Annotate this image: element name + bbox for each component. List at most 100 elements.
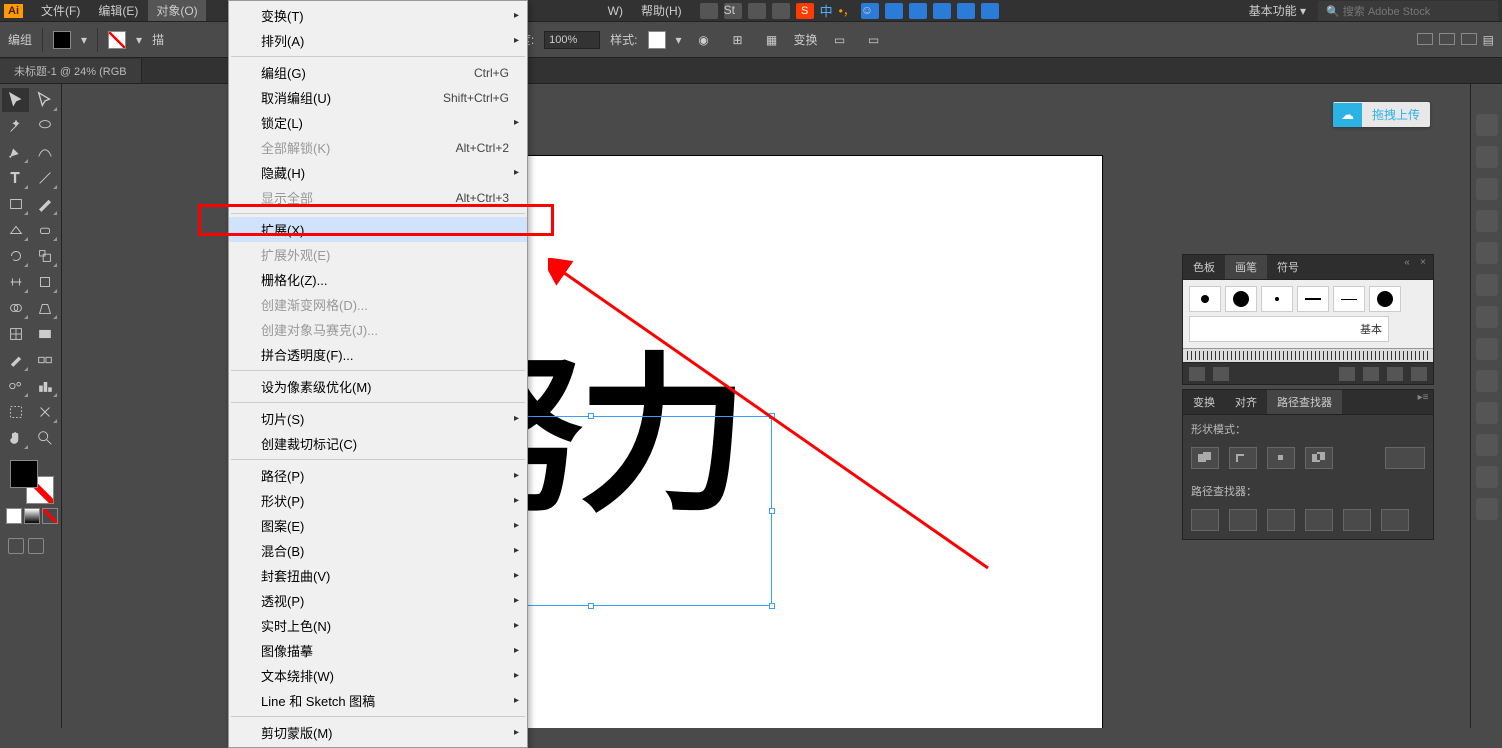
ime-language[interactable]: 中: [820, 1, 833, 20]
menu-item[interactable]: 栅格化(Z)...: [229, 267, 527, 292]
document-tab[interactable]: 未标题-1 @ 24% (RGB: [0, 59, 142, 83]
align-tab[interactable]: 对齐: [1225, 390, 1267, 414]
magic-wand-tool[interactable]: [2, 114, 29, 138]
sogou-ime-icon[interactable]: S: [796, 3, 814, 19]
properties-icon[interactable]: [1476, 114, 1498, 136]
menu-item[interactable]: 图像描摹: [229, 638, 527, 663]
gradient-mode[interactable]: [24, 508, 40, 524]
menu-item[interactable]: 锁定(L): [229, 110, 527, 135]
asset-export-icon[interactable]: [1476, 402, 1498, 424]
arrange-icon[interactable]: [772, 3, 790, 19]
more-icon[interactable]: [1476, 498, 1498, 520]
pathfinder-tab[interactable]: 路径查找器: [1267, 390, 1342, 414]
menu-item[interactable]: 隐藏(H): [229, 160, 527, 185]
menu-item[interactable]: 变换(T): [229, 3, 527, 28]
none-mode[interactable]: [42, 508, 58, 524]
brush-item[interactable]: [1333, 286, 1365, 312]
isolate-icon[interactable]: ▭: [828, 30, 852, 50]
upload-button[interactable]: ☁ 拖拽上传: [1333, 102, 1430, 127]
style-swatch[interactable]: [648, 31, 666, 49]
merge-button[interactable]: [1267, 509, 1295, 531]
menu-item[interactable]: 封套扭曲(V): [229, 563, 527, 588]
layers-icon[interactable]: [1476, 370, 1498, 392]
libraries-icon[interactable]: [1476, 466, 1498, 488]
symbols-tab[interactable]: 符号: [1267, 255, 1309, 279]
user-icon[interactable]: [933, 3, 951, 19]
layout-icon[interactable]: [700, 3, 718, 19]
lasso-tool[interactable]: [31, 114, 58, 138]
fill-stroke-colors[interactable]: [10, 460, 54, 504]
transform-tab[interactable]: 变换: [1183, 390, 1225, 414]
minus-front-button[interactable]: [1229, 447, 1257, 469]
crop-button[interactable]: [1305, 509, 1333, 531]
color-mode[interactable]: [6, 508, 22, 524]
draw-behind[interactable]: [28, 538, 44, 554]
menu-object[interactable]: 对象(O): [148, 0, 205, 21]
intersect-button[interactable]: [1267, 447, 1295, 469]
stock-search[interactable]: 🔍 搜索 Adobe Stock: [1318, 1, 1498, 21]
transform-label[interactable]: 变换: [794, 31, 818, 48]
menu-item[interactable]: 切片(S): [229, 406, 527, 431]
slice-tool[interactable]: [31, 400, 58, 424]
brush-item[interactable]: [1297, 286, 1329, 312]
menu-item[interactable]: 排列(A): [229, 28, 527, 53]
menu-item[interactable]: 创建裁切标记(C): [229, 431, 527, 456]
stroke-panel-icon[interactable]: [1476, 210, 1498, 232]
emoji-icon[interactable]: ☺: [861, 3, 879, 19]
menu-item[interactable]: 路径(P): [229, 463, 527, 488]
new-brush-icon[interactable]: [1387, 367, 1403, 381]
divide-button[interactable]: [1191, 509, 1219, 531]
align-icon[interactable]: ⊞: [726, 30, 750, 50]
rotate-tool[interactable]: [2, 244, 29, 268]
pen-tool[interactable]: [2, 140, 29, 164]
transparency-icon[interactable]: [1476, 274, 1498, 296]
workspace-selector[interactable]: 基本功能 ▾: [1249, 2, 1306, 19]
brush-options-icon[interactable]: [1363, 367, 1379, 381]
brush-item[interactable]: [1225, 286, 1257, 312]
rectangle-tool[interactable]: [2, 192, 29, 216]
eyedropper-tool[interactable]: [2, 348, 29, 372]
gradient-panel-icon[interactable]: [1476, 242, 1498, 264]
appearance-icon[interactable]: [1476, 306, 1498, 328]
color-icon[interactable]: [1476, 146, 1498, 168]
menu-item[interactable]: 拼合透明度(F)...: [229, 342, 527, 367]
gradient-tool[interactable]: [31, 322, 58, 346]
menu-item[interactable]: 透视(P): [229, 588, 527, 613]
brush-lib-icon[interactable]: [1213, 367, 1229, 381]
library-icon[interactable]: [1189, 367, 1205, 381]
graphic-styles-icon[interactable]: [1476, 338, 1498, 360]
zoom-tool[interactable]: [31, 426, 58, 450]
brush-basic[interactable]: 基本: [1189, 316, 1389, 342]
keyboard-icon[interactable]: [909, 3, 927, 19]
pixel-icon[interactable]: ▦: [760, 30, 784, 50]
stock-icon[interactable]: St: [724, 3, 742, 19]
mic-icon[interactable]: [885, 3, 903, 19]
menu-item[interactable]: 取消编组(U)Shift+Ctrl+G: [229, 85, 527, 110]
mask-icon[interactable]: ▭: [862, 30, 886, 50]
panel-menu-icon[interactable]: ▤: [1483, 33, 1494, 47]
menu-item[interactable]: 混合(B): [229, 538, 527, 563]
eraser-tool[interactable]: [31, 218, 58, 242]
line-tool[interactable]: [31, 166, 58, 190]
mesh-tool[interactable]: [2, 322, 29, 346]
brush-item[interactable]: [1369, 286, 1401, 312]
menu-item[interactable]: 剪切蒙版(M): [229, 720, 527, 745]
brush-item[interactable]: [1189, 286, 1221, 312]
menu-item[interactable]: 形状(P): [229, 488, 527, 513]
menu-window[interactable]: W): [600, 2, 631, 20]
menu-item[interactable]: Line 和 Sketch 图稿: [229, 688, 527, 713]
delete-brush-icon[interactable]: [1411, 367, 1427, 381]
unite-button[interactable]: [1191, 447, 1219, 469]
artboards-icon[interactable]: [1476, 434, 1498, 456]
blend-tool[interactable]: [31, 348, 58, 372]
brushes-tab[interactable]: 画笔: [1225, 255, 1267, 279]
shape-builder-tool[interactable]: [2, 296, 29, 320]
perspective-tool[interactable]: [31, 296, 58, 320]
brush-item[interactable]: [1261, 286, 1293, 312]
outline-button[interactable]: [1343, 509, 1371, 531]
menu-file[interactable]: 文件(F): [33, 0, 88, 21]
shirt-icon[interactable]: [957, 3, 975, 19]
swatches-tab[interactable]: 色板: [1183, 255, 1225, 279]
scale-tool[interactable]: [31, 244, 58, 268]
color-guide-icon[interactable]: [1476, 178, 1498, 200]
